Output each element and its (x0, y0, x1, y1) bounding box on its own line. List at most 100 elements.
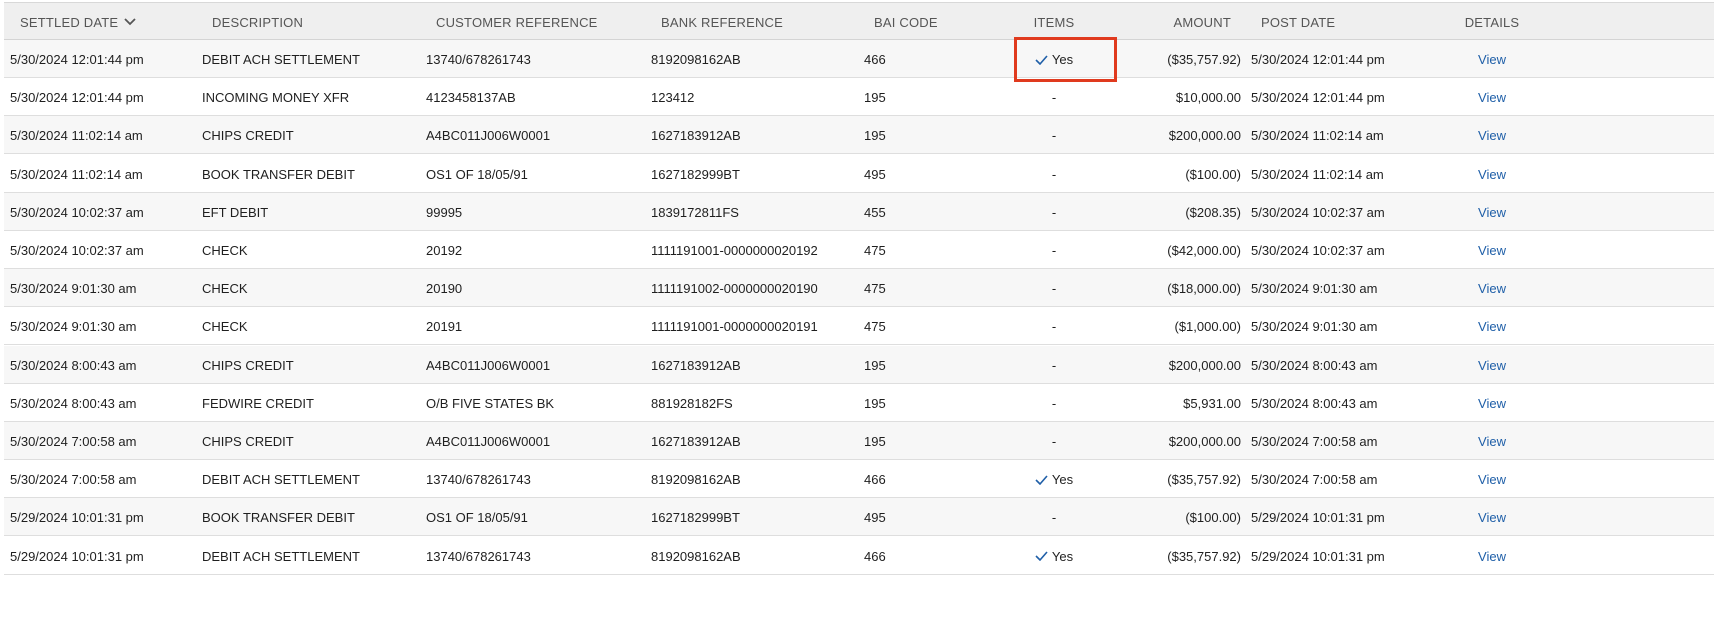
details-link[interactable]: View (1464, 281, 1520, 296)
column-header-bai-code[interactable]: BAI CODE (874, 15, 938, 30)
amount-cell: ($35,757.92) (1167, 472, 1241, 488)
customer-reference-cell: A4BC011J006W0001 (426, 357, 551, 373)
settled-date-cell: 5/30/2024 11:02:14 am (10, 166, 143, 182)
description-cell: EFT DEBIT (202, 204, 269, 220)
details-link[interactable]: View (1464, 243, 1520, 258)
details-link[interactable]: View (1464, 52, 1520, 67)
amount-cell: ($1,000.00) (1174, 319, 1242, 335)
table-row[interactable]: 5/30/2024 11:02:14 am BOOK TRANSFER DEBIT… (4, 155, 1714, 193)
table-row[interactable]: 5/29/2024 10:01:31 pm BOOK TRANSFER DEBIT… (4, 498, 1714, 537)
items-cell: - (1051, 90, 1057, 106)
chevron-down-icon[interactable] (124, 18, 136, 26)
items-cell: - (1051, 166, 1057, 182)
table-row[interactable]: 5/30/2024 7:00:58 am CHIPS CREDIT A4BC011J… (4, 422, 1714, 460)
amount-cell: $5,931.00 (1183, 395, 1241, 411)
description-cell: INCOMING MONEY XFR (202, 90, 350, 106)
items-cell: - (1051, 395, 1057, 411)
table-row[interactable]: 5/30/2024 11:02:14 am CHIPS CREDIT A4BC011… (4, 116, 1714, 155)
items-cell: - (1051, 510, 1057, 526)
column-header-amount[interactable]: AMOUNT (1121, 15, 1231, 30)
amount-cell: ($35,757.92) (1167, 52, 1241, 67)
amount-cell: ($100.00) (1185, 166, 1241, 182)
table-row[interactable]: 5/30/2024 9:01:30 am CHECK 20190 1111191002… (4, 269, 1714, 308)
items-yes-label: Yes (1051, 548, 1074, 564)
customer-reference-cell: 4123458137AB (426, 90, 516, 106)
post-date-cell: 5/30/2024 12:01:44 pm (1251, 52, 1385, 67)
details-link[interactable]: View (1464, 472, 1520, 487)
settled-date-cell: 5/30/2024 12:01:44 pm (10, 90, 144, 106)
details-link[interactable]: View (1464, 396, 1520, 411)
column-header-post-date[interactable]: POST DATE (1261, 15, 1335, 30)
table-row[interactable]: 5/30/2024 12:01:44 pm INCOMING MONEY XFR 4… (4, 78, 1714, 117)
column-header-description[interactable]: DESCRIPTION (212, 15, 303, 30)
table-row[interactable]: 5/30/2024 12:01:44 pm DEBIT ACH SETTLEMEN… (4, 40, 1714, 78)
table-row[interactable]: 5/30/2024 10:02:37 am CHECK 20192 111119100… (4, 231, 1714, 269)
items-yes-label: Yes (1051, 472, 1074, 488)
column-header-bank-reference[interactable]: BANK REFERENCE (661, 15, 783, 30)
amount-cell: $200,000.00 (1168, 128, 1241, 144)
bank-reference-cell: 1627183912AB (651, 128, 741, 144)
customer-reference-cell: 13740/678261743 (426, 52, 531, 67)
bank-reference-cell: 1627183912AB (651, 357, 741, 373)
description-cell: DEBIT ACH SETTLEMENT (202, 548, 360, 564)
column-header-details: DETAILS (1464, 15, 1520, 30)
details-link[interactable]: View (1464, 358, 1520, 373)
customer-reference-cell: 13740/678261743 (426, 548, 531, 564)
checkmark-icon (1035, 55, 1048, 65)
bai-code-cell: 195 (864, 128, 886, 144)
post-date-cell: 5/29/2024 10:01:31 pm (1251, 510, 1385, 526)
items-cell[interactable]: Yes (1014, 52, 1094, 67)
bank-reference-cell: 1627182999BT (651, 510, 740, 526)
table-row[interactable]: 5/30/2024 8:00:43 am CHIPS CREDIT A4BC011J… (4, 345, 1714, 384)
table-row[interactable]: 5/30/2024 8:00:43 am FEDWIRE CREDIT O/B FI… (4, 384, 1714, 422)
details-link[interactable]: View (1464, 128, 1520, 143)
details-link[interactable]: View (1464, 549, 1520, 564)
settled-date-cell: 5/30/2024 11:02:14 am (10, 128, 143, 144)
description-cell: BOOK TRANSFER DEBIT (202, 510, 355, 526)
settled-date-cell: 5/29/2024 10:01:31 pm (10, 548, 144, 564)
settled-date-cell: 5/30/2024 8:00:43 am (10, 357, 137, 373)
table-row[interactable]: 5/29/2024 10:01:31 pm DEBIT ACH SETTLEMEN… (4, 537, 1714, 575)
table-row[interactable]: 5/30/2024 9:01:30 am CHECK 20191 1111191001… (4, 307, 1714, 346)
bai-code-cell: 195 (864, 357, 886, 373)
settled-date-cell: 5/30/2024 7:00:58 am (10, 434, 137, 449)
settled-date-cell: 5/30/2024 7:00:58 am (10, 472, 137, 488)
items-cell: - (1051, 243, 1057, 258)
details-link[interactable]: View (1464, 434, 1520, 449)
bai-code-cell: 195 (864, 434, 886, 449)
amount-cell: $200,000.00 (1168, 434, 1241, 449)
post-date-cell: 5/30/2024 10:02:37 am (1251, 204, 1385, 220)
bai-code-cell: 466 (864, 548, 886, 564)
settled-date-cell: 5/30/2024 12:01:44 pm (10, 52, 144, 67)
post-date-cell: 5/30/2024 10:02:37 am (1251, 243, 1385, 258)
post-date-cell: 5/30/2024 11:02:14 am (1251, 128, 1384, 144)
post-date-cell: 5/30/2024 9:01:30 am (1251, 281, 1378, 297)
customer-reference-cell: 20191 (426, 319, 463, 335)
settled-date-cell: 5/29/2024 10:01:31 pm (10, 510, 144, 526)
table-row[interactable]: 5/30/2024 7:00:58 am DEBIT ACH SETTLEMENT… (4, 460, 1714, 499)
table-header: SETTLED DATE DESCRIPTION CUSTOMER REFERE… (4, 2, 1714, 40)
details-link[interactable]: View (1464, 205, 1520, 220)
post-date-cell: 5/30/2024 12:01:44 pm (1251, 90, 1385, 106)
column-header-items[interactable]: ITEMS (1014, 15, 1094, 30)
bank-reference-cell: 881928182FS (651, 395, 733, 411)
items-cell[interactable]: Yes (1014, 549, 1094, 564)
customer-reference-cell: OS1 OF 18/05/91 (426, 166, 528, 182)
bank-reference-cell: 1111191001-0000000020191 (651, 319, 818, 335)
bank-reference-cell: 1627182999BT (651, 166, 740, 182)
details-link[interactable]: View (1464, 90, 1520, 105)
column-header-settled-date[interactable]: SETTLED DATE (20, 15, 136, 30)
details-link[interactable]: View (1464, 510, 1520, 525)
bai-code-cell: 466 (864, 52, 886, 67)
post-date-cell: 5/30/2024 11:02:14 am (1251, 166, 1384, 182)
table-row[interactable]: 5/30/2024 10:02:37 am EFT DEBIT 99995 18391… (4, 192, 1714, 231)
details-link[interactable]: View (1464, 167, 1520, 182)
items-cell: - (1051, 357, 1057, 373)
bank-reference-cell: 1111191001-0000000020192 (651, 243, 818, 258)
description-cell: FEDWIRE CREDIT (202, 395, 314, 411)
items-cell[interactable]: Yes (1014, 472, 1094, 487)
details-link[interactable]: View (1464, 319, 1520, 334)
column-header-customer-reference[interactable]: CUSTOMER REFERENCE (436, 15, 598, 30)
customer-reference-cell: 13740/678261743 (426, 472, 531, 488)
items-cell: - (1051, 281, 1057, 297)
